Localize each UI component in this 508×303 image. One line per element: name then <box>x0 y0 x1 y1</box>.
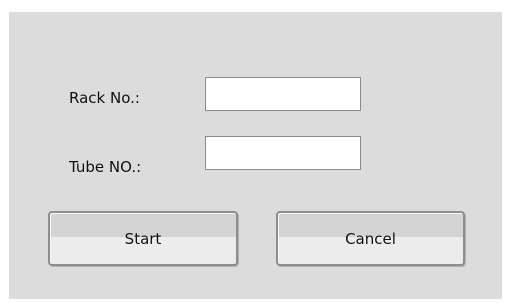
tube-no-label: Tube NO.: <box>69 158 142 176</box>
rack-no-input[interactable] <box>205 77 361 111</box>
tube-no-input[interactable] <box>205 136 361 170</box>
cancel-button-label: Cancel <box>345 229 396 248</box>
cancel-button[interactable]: Cancel <box>276 211 465 266</box>
rack-no-label: Rack No.: <box>69 89 140 107</box>
start-button[interactable]: Start <box>48 211 238 266</box>
start-button-label: Start <box>124 229 162 248</box>
rack-tube-dialog: Rack No.: Tube NO.: Start Cancel <box>9 12 502 299</box>
